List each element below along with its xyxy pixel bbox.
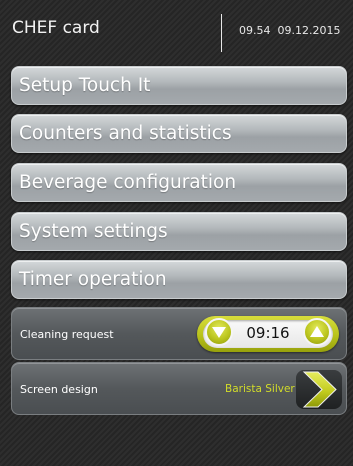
clock: 09.54 09.12.2015 [239, 24, 340, 37]
screen-design-next-button[interactable] [296, 370, 342, 409]
menu-item-label: Timer operation [19, 269, 167, 290]
setup-touch-it-button[interactable]: Setup Touch It [11, 66, 347, 105]
cleaning-request-row: Cleaning request 09:16 [11, 307, 347, 360]
menu-item-label: Setup Touch It [19, 75, 151, 96]
counters-and-statistics-button[interactable]: Counters and statistics [11, 114, 347, 153]
decrease-time-button[interactable] [205, 318, 233, 346]
header: CHEF card 09.54 09.12.2015 [0, 0, 353, 60]
cleaning-time-stepper: 09:16 [197, 316, 339, 352]
chevron-down-icon [212, 327, 226, 338]
screen-design-label: Screen design [20, 383, 98, 396]
menu-item-label: System settings [19, 221, 168, 242]
system-settings-button[interactable]: System settings [11, 212, 347, 251]
chevron-right-icon [302, 371, 337, 408]
screen-design-row: Screen design Barista Silver [11, 362, 347, 415]
menu-item-label: Counters and statistics [19, 123, 232, 144]
chevron-up-icon [310, 326, 324, 337]
timer-operation-button[interactable]: Timer operation [11, 260, 347, 299]
cleaning-time-value: 09:16 [246, 324, 290, 342]
header-divider [221, 14, 222, 52]
app-title: CHEF card [12, 18, 100, 38]
clock-time: 09.54 [239, 24, 271, 37]
beverage-configuration-button[interactable]: Beverage configuration [11, 163, 347, 202]
increase-time-button[interactable] [303, 318, 331, 346]
cleaning-request-label: Cleaning request [20, 328, 114, 341]
menu-item-label: Beverage configuration [19, 172, 237, 193]
screen-design-value: Barista Silver [225, 383, 295, 395]
clock-date: 09.12.2015 [277, 24, 341, 37]
